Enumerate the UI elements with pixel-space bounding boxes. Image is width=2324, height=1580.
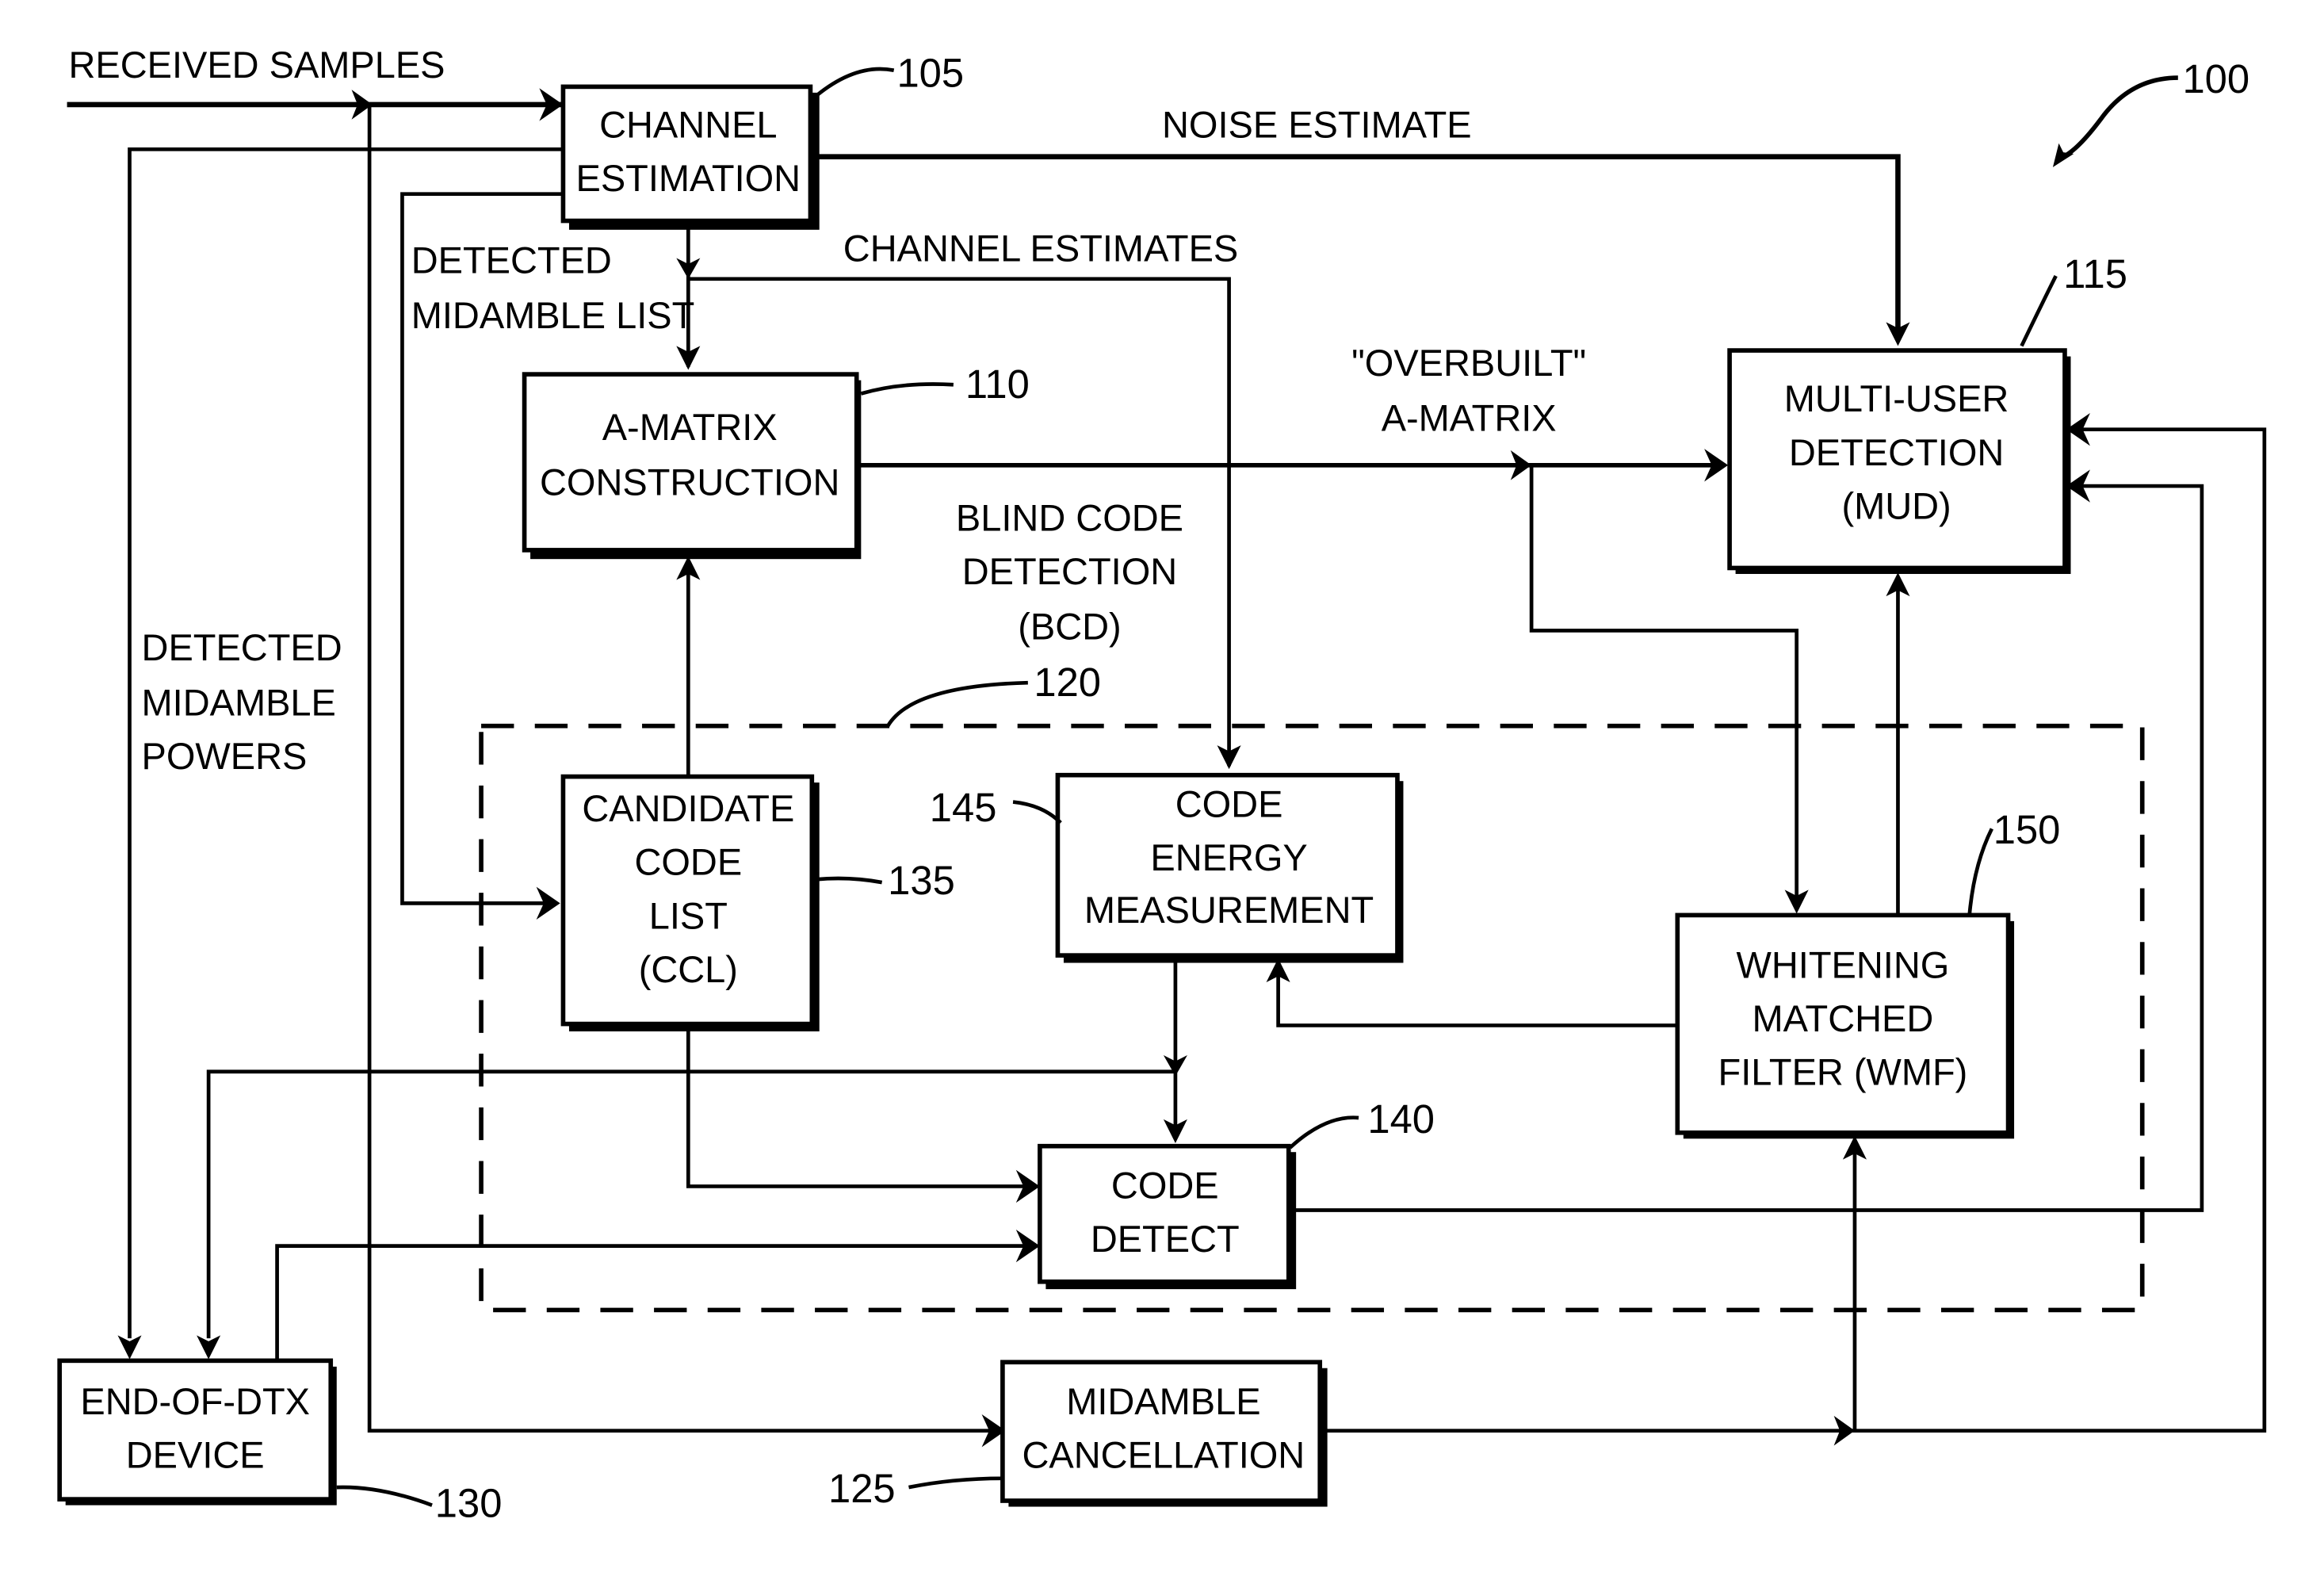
block-label: CONSTRUCTION [540,461,839,503]
block-label: LIST [649,894,728,936]
block-whitening-matched-filter: WHITENING MATCHED FILTER (WMF) [1675,912,2015,1139]
block-label: (MUD) [1841,484,1951,526]
block-label: MULTI-USER [1784,377,2009,419]
arrow-icon [197,1335,221,1360]
block-label: END-OF-DTX [80,1380,310,1422]
block-label: MATCHED [1753,997,1934,1039]
block-label: FILTER (WMF) [1718,1051,1968,1093]
label-received-samples: RECEIVED SAMPLES [68,44,445,86]
wire-ccl-to-code-detect [686,1025,1036,1188]
block-diagram: CHANNEL ESTIMATION A-MATRIX CONSTRUCTION… [57,44,2267,1526]
label-detected-midamble-powers: POWERS [142,735,308,777]
block-multi-user-detection: MULTI-USER DETECTION (MUD) [1727,348,2071,574]
block-label: CODE [1175,782,1283,824]
figure-number: 100 [2182,56,2249,101]
label-detected-midamble-list: MIDAMBLE LIST [411,294,695,336]
block-label: WHITENING [1737,943,1950,985]
label-bcd: DETECTION [962,550,1177,592]
block-code-detect: CODE DETECT [1038,1143,1297,1290]
ref-145: 145 [930,785,997,830]
ref-140: 140 [1367,1096,1435,1142]
block-label: (CCL) [639,948,738,990]
block-code-energy-measurement: CODE ENERGY MEASUREMENT [1055,772,1404,963]
wire-to-end-of-dtx [206,1069,1175,1339]
label-bcd: BLIND CODE [956,496,1183,538]
ref-150: 150 [1993,807,2061,852]
label-overbuilt-a-matrix: "OVERBUILT" [1351,342,1586,384]
block-label: CHANNEL [599,103,777,145]
label-detected-midamble-powers: MIDAMBLE [142,682,336,724]
block-label: DETECT [1091,1218,1240,1260]
block-label: CODE [1111,1164,1219,1206]
ref-130: 130 [435,1481,503,1526]
label-bcd: (BCD) [1018,606,1121,648]
block-label: CANDIDATE [582,787,794,829]
block-midamble-cancellation: MIDAMBLE CANCELLATION [1000,1360,1328,1507]
arrow-icon [117,1335,142,1360]
block-label: ENERGY [1150,836,1307,878]
block-label: MIDAMBLE [1066,1380,1260,1422]
ref-115: 115 [2063,251,2127,296]
block-channel-estimation: CHANNEL ESTIMATION [560,84,820,230]
block-candidate-code-list: CANDIDATE CODE LIST (CCL) [560,774,820,1031]
label-noise-estimate: NOISE ESTIMATE [1162,103,1472,145]
ref-110: 110 [965,362,1030,407]
block-label: CODE [634,841,742,883]
block-label: DETECTION [1789,431,2004,473]
block-label: CANCELLATION [1022,1434,1305,1476]
wire-dtx-to-code-detect [275,1244,1036,1360]
label-overbuilt-a-matrix: A-MATRIX [1382,397,1557,439]
block-label: DEVICE [126,1434,265,1476]
label-detected-midamble-list: DETECTED [411,239,612,281]
block-label: MEASUREMENT [1084,889,1374,931]
label-detected-midamble-powers: DETECTED [142,626,342,668]
ref-120: 120 [1034,660,1101,705]
ref-125: 125 [828,1466,896,1511]
wire-wmf-to-code-energy [1276,962,1678,1027]
block-end-of-dtx-device: END-OF-DTX DEVICE [57,1358,337,1505]
block-a-matrix-construction: A-MATRIX CONSTRUCTION [522,372,862,560]
ref-105: 105 [896,50,964,95]
ref-135: 135 [888,858,955,903]
label-channel-estimates: CHANNEL ESTIMATES [843,227,1238,269]
block-label: ESTIMATION [576,157,801,199]
block-label: A-MATRIX [602,406,778,448]
